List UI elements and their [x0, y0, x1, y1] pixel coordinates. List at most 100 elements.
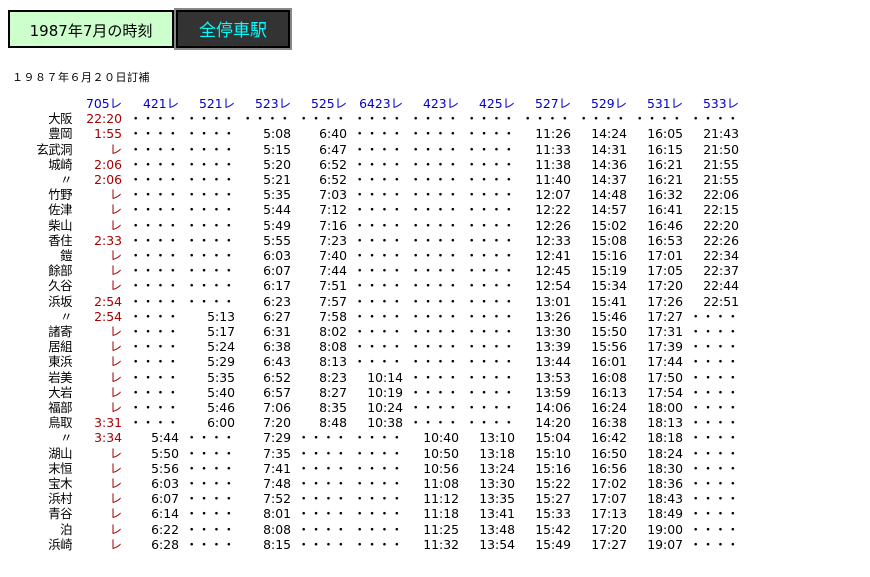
time-cell: 6:38	[263, 339, 291, 355]
time-cell: 2:06	[94, 156, 122, 172]
timetable-row: 福部レ・・・・ 5:46 7:06 8:35 10:24 ・・・・ ・・・・ 14:06 16:…	[10, 400, 739, 415]
time-cell: ・・・・	[409, 202, 459, 218]
time-cell: 14:31	[591, 141, 627, 157]
month-label: 1987年7月の時刻	[8, 10, 174, 48]
time-cell: 10:19	[367, 384, 403, 400]
time-cell: 6:17	[263, 278, 291, 294]
timetable-row: 青谷レ 6:14 ・・・・ 8:01 ・・・・ ・・・・ 11:18 13:41 15:33 17…	[10, 506, 739, 521]
time-cell: 22:37	[703, 263, 739, 279]
time-cell: ・・・・	[129, 308, 179, 324]
time-cell: ・・・・	[297, 445, 347, 461]
station-name: 青谷	[48, 506, 72, 522]
time-cell: ・・・・	[409, 369, 459, 385]
time-cell: 7:51	[319, 278, 347, 294]
time-cell: 12:26	[535, 217, 571, 233]
time-cell: 11:08	[423, 476, 459, 492]
timetable-row: 久谷レ・・・・ ・・・・ 6:17 7:51 ・・・・ ・・・・ ・・・・ 12:54 15:3…	[10, 278, 739, 293]
revision-note: １９８７年６月２０日訂補	[12, 71, 150, 84]
time-cell: 16:56	[591, 460, 627, 476]
time-cell: 13:24	[479, 460, 515, 476]
time-cell: ・・・・	[409, 384, 459, 400]
timetable-row: 竹野レ・・・・ ・・・・ 5:35 7:03 ・・・・ ・・・・ ・・・・ 12:07 14:4…	[10, 187, 739, 202]
time-cell: ・・・・	[409, 263, 459, 279]
time-cell: ・・・・	[465, 248, 515, 264]
time-cell: 15:10	[535, 445, 571, 461]
time-cell: 13:44	[535, 354, 571, 370]
timetable-row: 城崎 2:06 ・・・・ ・・・・ 5:20 6:52 ・・・・ ・・・・ ・・・・ 11:38 1…	[10, 157, 739, 172]
station-name: 浜坂	[48, 293, 72, 309]
station-name: 玄武洞	[36, 141, 72, 157]
time-cell: 22:26	[703, 232, 739, 248]
time-cell: ・・・・	[353, 521, 403, 537]
time-cell: 3:34	[94, 430, 122, 446]
time-cell: 5:13	[207, 308, 235, 324]
timetable-row: 香住 2:33 ・・・・ ・・・・ 5:55 7:23 ・・・・ ・・・・ ・・・・ 12:33 1…	[10, 233, 739, 248]
time-cell: 6:40	[319, 126, 347, 142]
timetable-row: 鳥取 3:31 ・・・・ 6:00 7:20 8:48 10:38 ・・・・ ・・・・ 14:20…	[10, 415, 739, 430]
time-cell: 16:21	[647, 156, 683, 172]
time-cell: 16:01	[591, 354, 627, 370]
station-header-blank	[10, 96, 74, 111]
time-cell: ・・・・	[577, 111, 627, 127]
time-cell: ・・・・	[129, 187, 179, 203]
time-cell: ・・・・	[353, 141, 403, 157]
time-cell: 2:06	[94, 172, 122, 188]
time-cell: 15:27	[535, 491, 571, 507]
time-cell: 15:49	[535, 536, 571, 552]
time-cell: 21:55	[703, 172, 739, 188]
time-cell: 12:45	[535, 263, 571, 279]
time-cell: ・・・・	[353, 248, 403, 264]
time-cell: 22:06	[703, 187, 739, 203]
time-cell: ・・・・	[185, 126, 235, 142]
time-cell: 5:08	[263, 126, 291, 142]
time-cell: 5:55	[263, 232, 291, 248]
time-cell: ・・・・	[465, 141, 515, 157]
time-cell: 22:44	[703, 278, 739, 294]
time-cell: 7:35	[263, 445, 291, 461]
time-cell: 8:08	[263, 521, 291, 537]
train-number-header: 533レ	[702, 96, 739, 111]
time-cell: 6:31	[263, 324, 291, 340]
time-cell: レ	[109, 536, 122, 552]
time-cell: 22:20	[703, 217, 739, 233]
time-cell: レ	[109, 354, 122, 370]
time-cell: 6:00	[207, 415, 235, 431]
time-cell: ・・・・	[129, 111, 179, 127]
time-cell: ・・・・	[353, 126, 403, 142]
time-cell: ・・・・	[129, 141, 179, 157]
time-cell: レ	[109, 187, 122, 203]
all-stations-label: 全停車駅	[174, 8, 292, 50]
timetable: 705レ 421レ 521レ 523レ 525レ 6423レ 423レ 425レ 527レ 529…	[10, 96, 739, 552]
time-cell: 6:52	[319, 156, 347, 172]
train-number-header: 421レ	[142, 96, 179, 111]
time-cell: ・・・・	[297, 536, 347, 552]
time-cell: 15:02	[591, 217, 627, 233]
time-cell: 7:52	[263, 491, 291, 507]
time-cell: 22:15	[703, 202, 739, 218]
time-cell: レ	[109, 141, 122, 157]
time-cell: 18:49	[647, 506, 683, 522]
time-cell: ・・・・	[185, 476, 235, 492]
time-cell: ・・・・	[353, 339, 403, 355]
time-cell: 17:02	[591, 476, 627, 492]
time-cell: ・・・・	[409, 308, 459, 324]
time-cell: ・・・・	[353, 324, 403, 340]
time-cell: 13:39	[535, 339, 571, 355]
time-cell: 18:43	[647, 491, 683, 507]
time-cell: 15:08	[591, 232, 627, 248]
time-cell: ・・・・	[129, 369, 179, 385]
timetable-row: 浜村レ 6:07 ・・・・ 7:52 ・・・・ ・・・・ 11:12 13:35 15:27 17…	[10, 491, 739, 506]
time-cell: ・・・・	[689, 506, 739, 522]
time-cell: 12:07	[535, 187, 571, 203]
time-cell: 7:41	[263, 460, 291, 476]
time-cell: 6:03	[151, 476, 179, 492]
time-cell: ・・・・	[409, 141, 459, 157]
station-name: 大阪	[48, 111, 72, 127]
time-cell: ・・・・	[353, 308, 403, 324]
time-cell: 11:38	[535, 156, 571, 172]
station-name: 柴山	[48, 217, 72, 233]
time-cell: 13:10	[479, 430, 515, 446]
time-cell: ・・・・	[465, 232, 515, 248]
time-cell: 7:40	[319, 248, 347, 264]
time-cell: 15:33	[535, 506, 571, 522]
